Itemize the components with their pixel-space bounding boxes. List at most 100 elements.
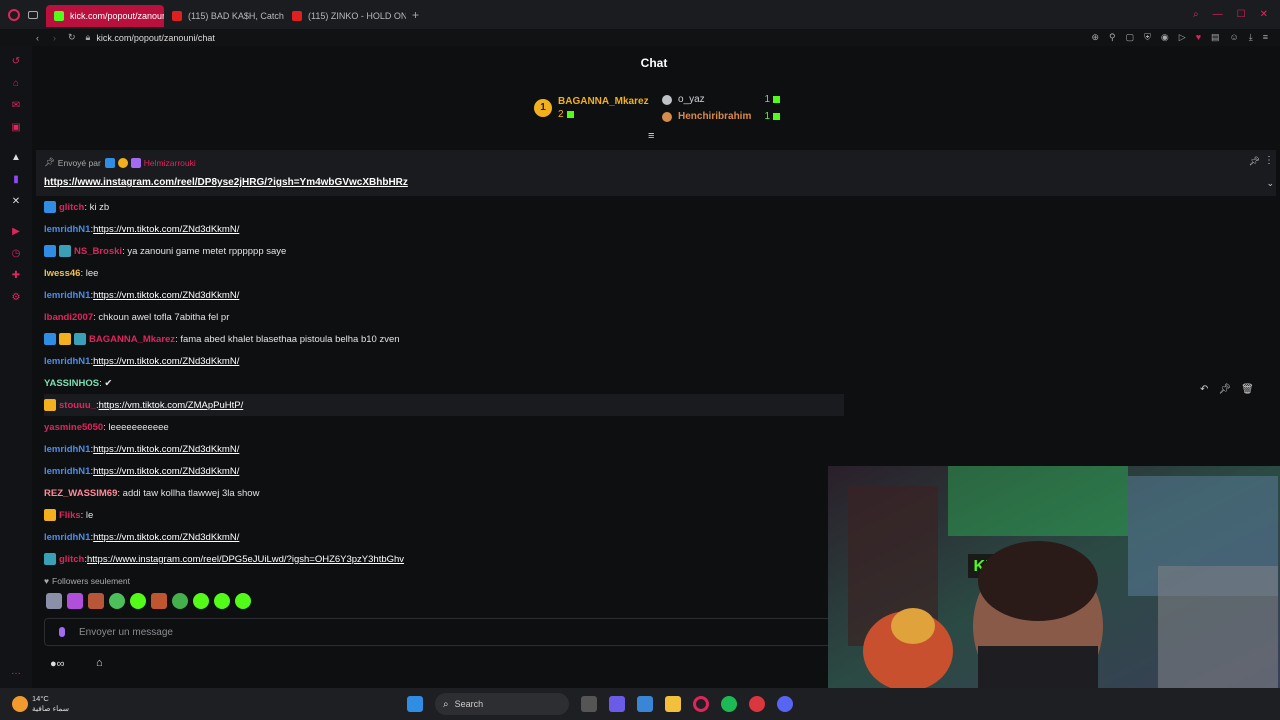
- chat-link[interactable]: https://vm.tiktok.com/ZMApPuHtP/: [99, 400, 244, 411]
- discord-icon[interactable]: [777, 696, 794, 712]
- emote-icon[interactable]: [88, 593, 104, 609]
- chat-link[interactable]: https://vm.tiktok.com/ZNd3dKkmN/: [93, 356, 239, 367]
- expand-pinned-icon[interactable]: ⌄: [1266, 178, 1274, 189]
- chat-link[interactable]: https://www.instagram.com/reel/DPG5eJUiL…: [87, 554, 404, 565]
- kick-points-icon[interactable]: ●∞: [50, 658, 65, 670]
- weather-widget[interactable]: 14°C سماء صافية: [32, 694, 69, 714]
- chat-link[interactable]: https://vm.tiktok.com/ZNd3dKkmN/: [93, 224, 239, 235]
- download-icon[interactable]: ⤓: [1249, 32, 1253, 43]
- heart-icon[interactable]: ♥: [1196, 32, 1201, 43]
- chat-username[interactable]: lemridhN1: [44, 224, 90, 235]
- chat-username[interactable]: NS_Broski: [74, 246, 122, 257]
- chat-username[interactable]: YASSINHOS: [44, 378, 99, 389]
- search-tabs-icon[interactable]: ⌕: [1193, 9, 1199, 20]
- tab-kick[interactable]: kick.com/popout/zanouni: [46, 4, 164, 27]
- tab-youtube-1[interactable]: (115) BAD KA$H, Catcher: [164, 5, 284, 27]
- emote-icon[interactable]: [151, 593, 167, 609]
- clock-icon[interactable]: ◷: [10, 248, 22, 260]
- leader-third[interactable]: Henchiribrahim 1: [662, 111, 780, 122]
- snapshot-icon[interactable]: ▢: [1126, 32, 1135, 43]
- weather-icon[interactable]: [12, 696, 28, 712]
- mic-icon[interactable]: [59, 627, 65, 637]
- tab-youtube-2[interactable]: (115) ZINKO - HOLD ON -: [284, 5, 406, 27]
- twitch-icon[interactable]: ▮: [10, 174, 22, 186]
- emote-icon[interactable]: [193, 593, 209, 609]
- chat-username[interactable]: lemridhN1: [44, 532, 90, 543]
- maximize-icon[interactable]: ☐: [1237, 9, 1246, 20]
- extensions-icon[interactable]: ✚: [10, 270, 22, 282]
- store-icon[interactable]: [637, 696, 654, 712]
- reply-icon[interactable]: ↶: [1200, 384, 1208, 395]
- chat-link[interactable]: https://vm.tiktok.com/ZNd3dKkmN/: [93, 290, 239, 301]
- file-explorer-icon[interactable]: [665, 696, 682, 712]
- pin-icon[interactable]: ⚲: [1109, 32, 1116, 43]
- bag-icon[interactable]: ⌂: [10, 78, 22, 90]
- pin-message-icon[interactable]: 📌︎: [1218, 384, 1231, 395]
- taskbar-search[interactable]: ⌕ Search: [435, 693, 570, 715]
- chat-username[interactable]: lemridhN1: [44, 356, 90, 367]
- shield-icon[interactable]: ⛨: [1144, 32, 1151, 43]
- leader-first[interactable]: 1 BAGANNA_Mkarez 2: [534, 96, 649, 120]
- collapse-leaderboard-icon[interactable]: ≡: [648, 130, 654, 142]
- zoom-icon[interactable]: ⊕: [1091, 32, 1099, 43]
- chat-username[interactable]: glitch: [59, 554, 84, 565]
- pinned-options-icon[interactable]: ⋮: [1264, 155, 1274, 166]
- more-icon[interactable]: …: [10, 666, 22, 678]
- unpin-icon[interactable]: 📌︎: [1249, 156, 1260, 167]
- aria-icon[interactable]: ▲: [10, 152, 22, 164]
- chat-username[interactable]: lemridhN1: [44, 444, 90, 455]
- minimize-icon[interactable]: —: [1213, 9, 1223, 20]
- chat-username[interactable]: lemridhN1: [44, 290, 90, 301]
- settings-icon[interactable]: ⚙: [10, 292, 22, 304]
- play-icon[interactable]: ▷: [1179, 32, 1186, 43]
- wallet-icon[interactable]: ▤: [1211, 32, 1220, 43]
- opera-logo-icon[interactable]: [8, 8, 20, 21]
- chat-username[interactable]: lbandi2007: [44, 312, 93, 323]
- emote-icon[interactable]: [67, 593, 83, 609]
- opera-icon[interactable]: [693, 696, 710, 712]
- pinned-user[interactable]: Helmizarrouki: [144, 158, 196, 168]
- url-field[interactable]: kick.com/popout/zanouni/chat: [96, 33, 215, 43]
- chat-link[interactable]: https://vm.tiktok.com/ZNd3dKkmN/: [93, 444, 239, 455]
- chat-username[interactable]: lwess46: [44, 268, 80, 279]
- message-input[interactable]: Envoyer un message: [44, 618, 834, 646]
- emote-icon[interactable]: [130, 593, 146, 609]
- emote-icon[interactable]: [46, 593, 62, 609]
- history-icon[interactable]: ↺: [10, 56, 22, 68]
- chat-username[interactable]: Fliks: [59, 510, 81, 521]
- app-icon[interactable]: [749, 696, 766, 712]
- store-icon[interactable]: ⌂: [96, 657, 103, 669]
- chat-username[interactable]: yasmine5050: [44, 422, 103, 433]
- chat-link[interactable]: https://vm.tiktok.com/ZNd3dKkmN/: [93, 532, 239, 543]
- forward-icon[interactable]: ›: [53, 33, 56, 43]
- chat-username[interactable]: stouuu_: [59, 400, 96, 411]
- chat-username[interactable]: REZ_WASSIM69: [44, 488, 117, 499]
- news-icon[interactable]: ▣: [10, 122, 22, 134]
- copilot-icon[interactable]: [609, 696, 626, 712]
- chat-username[interactable]: lemridhN1: [44, 466, 90, 477]
- chat-username[interactable]: BAGANNA_Mkarez: [89, 334, 175, 345]
- emote-icon[interactable]: [214, 593, 230, 609]
- chat-username[interactable]: glitch: [59, 202, 84, 213]
- close-window-icon[interactable]: ✕: [1260, 9, 1268, 20]
- leader-second[interactable]: o_yaz 1: [662, 94, 780, 105]
- pinned-link[interactable]: https://www.instagram.com/reel/DP8yse2jH…: [44, 177, 408, 188]
- chat-link[interactable]: https://vm.tiktok.com/ZNd3dKkmN/: [93, 466, 239, 477]
- tab-overview-icon[interactable]: [28, 10, 38, 19]
- task-view-icon[interactable]: [581, 696, 598, 712]
- x-icon[interactable]: ✕: [10, 196, 22, 208]
- back-icon[interactable]: ‹: [36, 33, 39, 43]
- profile-icon[interactable]: ☺: [1230, 32, 1239, 43]
- menu-icon[interactable]: ≡: [1263, 32, 1268, 43]
- windows-start-icon[interactable]: [407, 696, 424, 712]
- new-tab-icon[interactable]: +: [412, 8, 419, 22]
- messenger-icon[interactable]: ✉: [10, 100, 22, 112]
- delete-icon[interactable]: 🗑︎: [1241, 384, 1254, 395]
- emote-icon[interactable]: [235, 593, 251, 609]
- player-icon[interactable]: ▶: [10, 226, 22, 238]
- emote-icon[interactable]: [172, 593, 188, 609]
- spotify-icon[interactable]: [721, 696, 738, 712]
- reload-icon[interactable]: ↻: [68, 32, 76, 43]
- emote-icon[interactable]: [109, 593, 125, 609]
- camera-icon[interactable]: ◉: [1161, 32, 1169, 43]
